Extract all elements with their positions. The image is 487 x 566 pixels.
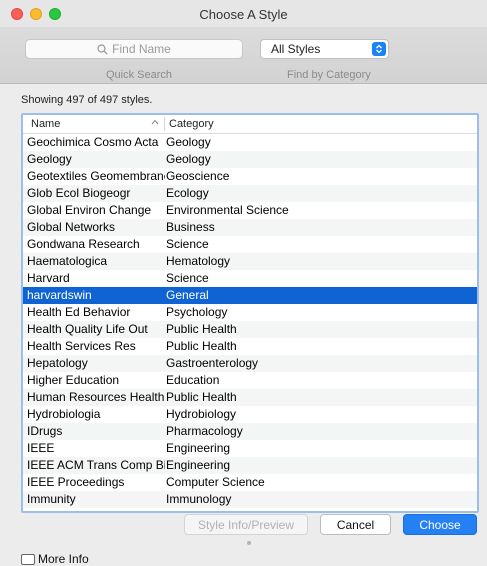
table-row[interactable]: Global Environ Change Environmental Scien… [23,202,477,219]
table-row[interactable]: IEEE ACM Trans Comp Bi Engineering [23,457,477,474]
cell-category: Pharmacology [166,424,243,438]
cell-name: Health Quality Life Out [27,322,148,336]
cell-category: Engineering [166,441,231,455]
cell-name: harvardswin [27,288,92,302]
table-row[interactable]: Harvard Science [23,270,477,287]
cell-category: Science [166,237,209,251]
styles-table[interactable]: Name Category Geochimica Cosmo Acta Geolo… [21,113,479,513]
cell-category: Medicine [166,508,466,511]
cell-name: Haematologica [27,254,108,268]
category-select[interactable]: All Styles [260,39,389,59]
cell-name: Geology [27,152,72,166]
table-row[interactable]: Glob Ecol Biogeogr Ecology [23,185,477,202]
cell-category: Immunology [166,492,232,506]
cell-name: Global Environ Change [27,203,152,217]
more-info-label: More Info [38,552,89,566]
cell-category: Public Health [166,322,237,336]
table-row[interactable]: Immunity Immunology [23,491,477,508]
cell-category: Hydrobiology [166,407,237,421]
table-row[interactable]: Immunological ReviewsMedicine [23,508,477,511]
table-row[interactable]: Health Quality Life Out Public Health [23,321,477,338]
cancel-button[interactable]: Cancel [320,514,391,535]
search-icon [97,43,108,55]
choose-button[interactable]: Choose [403,514,477,535]
column-header-name[interactable]: Name [31,118,60,130]
cell-name: Hepatology [27,356,88,370]
select-arrows-icon [372,42,386,56]
cell-category: Psychology [166,305,228,319]
cell-category: Public Health [166,339,237,353]
table-row[interactable]: Hydrobiologia Hydrobiology [23,406,477,423]
cell-category: Public Health [166,390,237,404]
title-bar: Choose A Style [0,0,487,27]
cell-name: Higher Education [27,373,120,387]
search-input[interactable]: Find Name [25,39,243,59]
table-row[interactable]: Global Networks Business [23,219,477,236]
table-row[interactable]: IEEE Engineering [23,440,477,457]
table-row[interactable]: IDrugs Pharmacology [23,423,477,440]
cell-category: Environmental Science [166,203,289,217]
table-row[interactable]: Health Services Res Public Health [23,338,477,355]
cell-name: IEEE Proceedings [27,475,125,489]
column-divider [164,117,165,131]
table-row[interactable]: Geochimica Cosmo Acta Geology [23,134,477,151]
cell-category: Ecology [166,186,209,200]
table-row[interactable]: IEEE Proceedings Computer Science [23,474,477,491]
cell-category: Geology [166,135,211,149]
cell-name: Health Ed Behavior [27,305,131,319]
table-row[interactable]: Human Resources Health Public Health [23,389,477,406]
cell-category: Geoscience [166,169,230,183]
column-header-category[interactable]: Category [169,118,214,130]
table-body: Geochimica Cosmo Acta Geology Geology Geolo… [23,134,477,511]
cell-category: Education [166,373,220,387]
cell-name: Hydrobiologia [27,407,101,421]
cell-name: Harvard [27,271,70,285]
table-header: Name Category [23,115,477,134]
window-title: Choose A Style [199,7,288,22]
more-info-checkbox[interactable] [21,553,35,565]
table-row[interactable]: Geology Geology [23,151,477,168]
resize-indicator [247,541,251,545]
cell-name: IEEE [27,441,55,455]
table-row[interactable]: Hepatology Gastroenterology [23,355,477,372]
table-row[interactable]: Geotextiles Geomembranes Geoscience [23,168,477,185]
cell-name: Health Services Res [27,339,136,353]
more-info-toggle[interactable]: More Info [21,552,89,566]
style-info-preview-button[interactable]: Style Info/Preview [184,514,308,535]
sort-ascending-icon [151,119,159,125]
cell-category: Hematology [166,254,231,268]
cell-name: Human Resources Health [27,390,165,404]
cell-category: Science [166,271,209,285]
cell-name: Glob Ecol Biogeogr [27,186,131,200]
cell-name: Geochimica Cosmo Acta [27,135,159,149]
cell-category: Gastroenterology [166,356,259,370]
cell-name: IDrugs [27,424,63,438]
cell-category: Geology [166,152,211,166]
cell-name: Geotextiles Geomembranes [27,169,165,183]
quick-search-label: Quick Search [106,69,173,81]
table-row[interactable]: Health Ed Behavior Psychology [23,304,477,321]
cell-category: Business [166,220,215,234]
cell-name: IEEE ACM Trans Comp Bi [27,458,165,472]
cell-category: Computer Science [166,475,265,489]
cell-name: Immunity [27,492,76,506]
table-row[interactable]: Higher Education Education [23,372,477,389]
cell-name: Gondwana Research [27,237,140,251]
category-select-value: All Styles [271,42,321,56]
cell-name: Immunological Reviews [27,508,165,511]
cell-name: Global Networks [27,220,116,234]
table-row[interactable]: Haematologica Hematology [23,253,477,270]
status-text: Showing 497 of 497 styles. [21,94,153,106]
cell-category: General [166,288,209,302]
table-row[interactable]: Gondwana Research Science [23,236,477,253]
search-placeholder: Find Name [112,42,171,56]
cell-category: Engineering [166,458,231,472]
table-row[interactable]: harvardswin General [23,287,477,304]
find-by-category-label: Find by Category [287,69,371,81]
